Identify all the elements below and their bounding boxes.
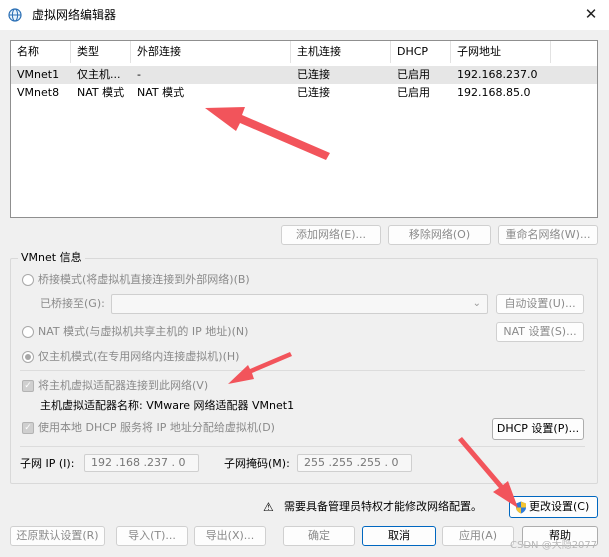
nat-radio[interactable] xyxy=(22,326,34,338)
connect-adapter-checkbox[interactable]: ✓ xyxy=(22,380,34,392)
close-button[interactable]: ✕ xyxy=(578,2,604,26)
change-settings-label: 更改设置(C) xyxy=(529,500,590,513)
table-row[interactable]: VMnet1 仅主机... - 已连接 已启用 192.168.237.0 xyxy=(11,66,597,84)
cell-name: VMnet8 xyxy=(17,86,60,99)
bridged-radio[interactable] xyxy=(22,274,34,286)
nat-settings-button[interactable]: NAT 设置(S)... xyxy=(496,322,584,342)
uac-shield-icon xyxy=(516,501,526,514)
nat-label: NAT 模式(与虚拟机共享主机的 IP 地址)(N) xyxy=(38,325,249,338)
auto-settings-button[interactable]: 自动设置(U)... xyxy=(496,294,584,314)
divider xyxy=(20,370,585,371)
subnet-ip-input[interactable]: 192 .168 .237 . 0 xyxy=(84,454,199,472)
column-header-type[interactable]: 类型 xyxy=(71,41,131,63)
rename-network-button[interactable]: 重命名网络(W)... xyxy=(498,225,598,245)
cell-subnet: 192.168.237.0 xyxy=(457,68,538,81)
use-dhcp-checkbox[interactable]: ✓ xyxy=(22,422,34,434)
subnet-ip-label: 子网 IP (I): xyxy=(20,457,75,470)
column-header-subnet[interactable]: 子网地址 xyxy=(451,41,551,63)
restore-defaults-button[interactable]: 还原默认设置(R) xyxy=(10,526,105,546)
use-dhcp-label: 使用本地 DHCP 服务将 IP 地址分配给虚拟机(D) xyxy=(38,421,275,434)
bridged-to-label: 已桥接至(G): xyxy=(40,297,105,310)
host-only-label: 仅主机模式(在专用网络内连接虚拟机)(H) xyxy=(38,350,240,363)
vmnet-info-label: VMnet 信息 xyxy=(18,251,85,265)
watermark-text: CSDN @大隐2077 xyxy=(510,540,598,551)
export-button[interactable]: 导出(X)... xyxy=(194,526,266,546)
cell-external: NAT 模式 xyxy=(137,86,185,99)
admin-warning-text: 需要具备管理员特权才能修改网络配置。 xyxy=(284,500,482,513)
cell-type: NAT 模式 xyxy=(77,86,125,99)
list-header: 名称 类型 外部连接 主机连接 DHCP 子网地址 xyxy=(11,41,597,63)
column-header-dhcp[interactable]: DHCP xyxy=(391,41,451,63)
vmnet-info-group xyxy=(10,258,598,484)
column-header-name[interactable]: 名称 xyxy=(11,41,71,63)
cancel-button[interactable]: 取消 xyxy=(362,526,436,546)
bridged-label: 桥接模式(将虚拟机直接连接到外部网络)(B) xyxy=(38,273,250,286)
cell-dhcp: 已启用 xyxy=(397,68,430,81)
import-button[interactable]: 导入(T)... xyxy=(116,526,188,546)
host-only-radio[interactable] xyxy=(22,351,34,363)
dhcp-settings-button[interactable]: DHCP 设置(P)... xyxy=(492,418,584,440)
cell-host: 已连接 xyxy=(297,68,330,81)
network-globe-icon xyxy=(8,8,22,22)
chevron-down-icon: ⌄ xyxy=(472,298,481,309)
remove-network-button[interactable]: 移除网络(O) xyxy=(388,225,491,245)
warning-icon: ⚠ xyxy=(263,500,274,514)
add-network-button[interactable]: 添加网络(E)... xyxy=(281,225,381,245)
divider xyxy=(20,446,585,447)
cell-name: VMnet1 xyxy=(17,68,60,81)
table-row[interactable]: VMnet8 NAT 模式 NAT 模式 已连接 已启用 192.168.85.… xyxy=(11,84,597,102)
adapter-name-text: 主机虚拟适配器名称: VMware 网络适配器 VMnet1 xyxy=(40,399,295,412)
change-settings-button[interactable]: 更改设置(C) xyxy=(509,496,598,518)
subnet-mask-label: 子网掩码(M): xyxy=(224,457,290,470)
subnet-mask-input[interactable]: 255 .255 .255 . 0 xyxy=(297,454,412,472)
apply-button[interactable]: 应用(A) xyxy=(442,526,514,546)
ok-button[interactable]: 确定 xyxy=(283,526,355,546)
cell-external: - xyxy=(137,68,141,81)
column-header-host[interactable]: 主机连接 xyxy=(291,41,391,63)
cell-host: 已连接 xyxy=(297,86,330,99)
bridged-to-select[interactable]: ⌄ xyxy=(111,294,488,314)
window-title: 虚拟网络编辑器 xyxy=(32,8,117,22)
network-list[interactable]: 名称 类型 外部连接 主机连接 DHCP 子网地址 VMnet1 仅主机... … xyxy=(10,40,598,218)
cell-dhcp: 已启用 xyxy=(397,86,430,99)
cell-type: 仅主机... xyxy=(77,68,121,81)
column-header-external[interactable]: 外部连接 xyxy=(131,41,291,63)
connect-adapter-label: 将主机虚拟适配器连接到此网络(V) xyxy=(38,379,209,392)
cell-subnet: 192.168.85.0 xyxy=(457,86,531,99)
